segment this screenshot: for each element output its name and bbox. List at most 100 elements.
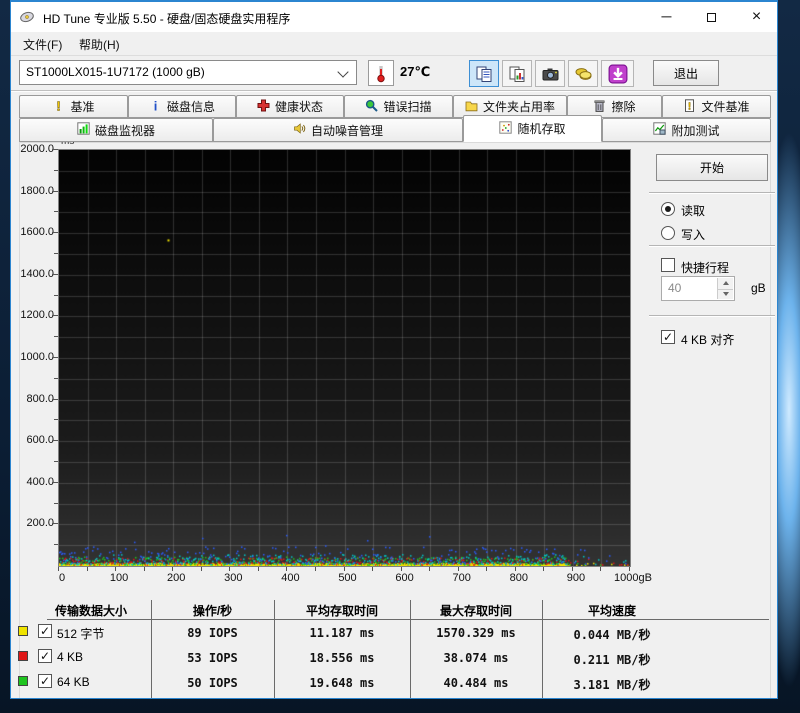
temperature-box	[368, 60, 394, 86]
toolbar-divider	[11, 90, 777, 92]
tab-file-benchmark[interactable]: ! 文件基准	[662, 95, 771, 118]
svg-text:!: !	[688, 101, 691, 112]
save-results-button[interactable]	[568, 60, 598, 87]
random-access-icon	[499, 120, 513, 137]
write-radio-label: 写入	[681, 228, 706, 242]
file-benchmark-icon: !	[683, 98, 696, 115]
app-icon	[19, 9, 35, 30]
maximize-button[interactable]	[689, 2, 734, 31]
y-tick-mark	[54, 253, 58, 254]
health-icon	[257, 99, 270, 115]
y-tick-label: 600.0	[26, 434, 54, 447]
tab-extra-tests[interactable]: 附加测试	[602, 118, 771, 142]
result-cell: 53 IOPS	[187, 651, 238, 665]
arrow-up-icon	[722, 281, 729, 286]
result-cell: 0.044 MB/秒	[573, 628, 651, 642]
row-checkbox[interactable]: ✓	[38, 624, 52, 638]
x-tick-label: 200	[167, 572, 186, 584]
svg-text:i: i	[154, 99, 158, 112]
write-radio[interactable]	[661, 226, 675, 240]
tab-label: 错误扫描	[383, 100, 432, 114]
y-tick-mark	[52, 398, 58, 400]
x-tick-mark	[258, 567, 259, 571]
camera-icon	[542, 68, 558, 80]
save-results-icon	[575, 67, 591, 80]
menu-help[interactable]: 帮助(H)	[79, 36, 120, 53]
x-tick-mark	[600, 567, 601, 571]
y-tick-mark	[52, 315, 58, 317]
drive-select[interactable]: ST1000LX015-1U7172 (1000 gB)	[19, 60, 357, 85]
y-tick-mark	[54, 461, 58, 462]
erase-icon	[593, 99, 606, 115]
menu-divider	[11, 55, 777, 56]
extra-tests-icon	[653, 122, 667, 138]
menu-file[interactable]: 文件(F)	[23, 36, 62, 53]
screenshot-button[interactable]	[535, 60, 565, 87]
result-cell: 11.187 ms	[309, 626, 375, 640]
y-tick-mark	[52, 357, 58, 358]
x-tick-mark	[58, 567, 59, 571]
y-tick-label: 1600.0	[20, 226, 54, 239]
exit-button[interactable]: 退出	[653, 60, 719, 86]
series-color-swatch	[18, 626, 28, 636]
table-header-max: 最大存取时间	[439, 604, 512, 618]
x-tick-mark	[201, 567, 202, 571]
close-button[interactable]: ×	[734, 2, 777, 31]
y-tick-mark	[54, 169, 58, 171]
tab-label: 健康状态	[274, 100, 323, 114]
read-radio[interactable]	[661, 202, 675, 216]
copy-image-button[interactable]	[502, 60, 532, 87]
tab-label: 附加测试	[671, 123, 720, 138]
download-button[interactable]	[601, 60, 634, 87]
start-button[interactable]: 开始	[656, 154, 768, 181]
stepper-up-button[interactable]	[718, 278, 733, 289]
menu-bar: 文件(F) 帮助(H)	[11, 32, 777, 55]
chevron-down-icon	[337, 66, 349, 78]
copy-text-button[interactable]	[469, 60, 499, 87]
minimize-button[interactable]: ─	[644, 2, 689, 31]
tab-benchmark[interactable]: ! 基准	[19, 95, 128, 118]
aam-icon	[293, 122, 306, 138]
x-tick-mark	[629, 567, 630, 571]
series-color-swatch	[18, 676, 28, 686]
align-checkbox[interactable]: ✓	[661, 330, 675, 344]
tab-disk-info[interactable]: i 磁盘信息	[128, 95, 236, 118]
result-cell: 0.211 MB/秒	[573, 653, 651, 667]
result-cell: 19.648 ms	[309, 676, 375, 690]
x-tick-label: 0	[58, 572, 66, 584]
tab-disk-monitor[interactable]: 磁盘监视器	[19, 118, 213, 142]
y-tick-label: 400.0	[26, 475, 54, 488]
y-tick-label: 1200.0	[20, 309, 54, 322]
y-tick-mark	[52, 149, 58, 150]
y-tick-mark	[52, 523, 58, 525]
quick-stroke-label: 快捷行程	[681, 261, 730, 275]
x-tick-label: 500	[338, 572, 357, 584]
stepper-down-button[interactable]	[718, 288, 733, 299]
quick-stroke-checkbox[interactable]	[661, 258, 675, 272]
arrow-down-icon	[722, 292, 729, 297]
temperature-value: 27℃	[400, 64, 431, 79]
tab-health[interactable]: 健康状态	[236, 95, 344, 118]
title-bar[interactable]: HD Tune 专业版 5.50 - 硬盘/固态硬盘实用程序 ─ ×	[11, 2, 777, 32]
table-header-size: 传输数据大小	[54, 604, 127, 618]
y-tick-label: 1800.0	[20, 184, 54, 197]
folder-usage-icon	[465, 99, 478, 115]
tab-random-access[interactable]: 随机存取	[463, 115, 602, 142]
drive-select-value: ST1000LX015-1U7172 (1000 gB)	[26, 65, 205, 79]
tab-error-scan[interactable]: 错误扫描	[344, 95, 453, 118]
y-tick-label: 800.0	[26, 392, 54, 405]
error-scan-icon	[365, 99, 379, 115]
x-tick-mark	[486, 567, 487, 571]
row-checkbox[interactable]: ✓	[38, 649, 52, 663]
tab-label: 基准	[70, 100, 95, 114]
result-cell: 50 IOPS	[187, 676, 238, 690]
row-checkbox[interactable]: ✓	[38, 674, 52, 688]
y-tick-mark	[52, 232, 58, 234]
x-tick-label: 700	[452, 572, 471, 584]
tab-aam[interactable]: 自动噪音管理	[213, 118, 463, 142]
result-cell: 89 IOPS	[187, 626, 238, 640]
x-tick-mark	[344, 567, 345, 571]
tab-label: 磁盘信息	[166, 100, 215, 114]
x-tick-mark	[286, 567, 287, 571]
quick-stroke-stepper[interactable]: 40	[661, 276, 735, 301]
